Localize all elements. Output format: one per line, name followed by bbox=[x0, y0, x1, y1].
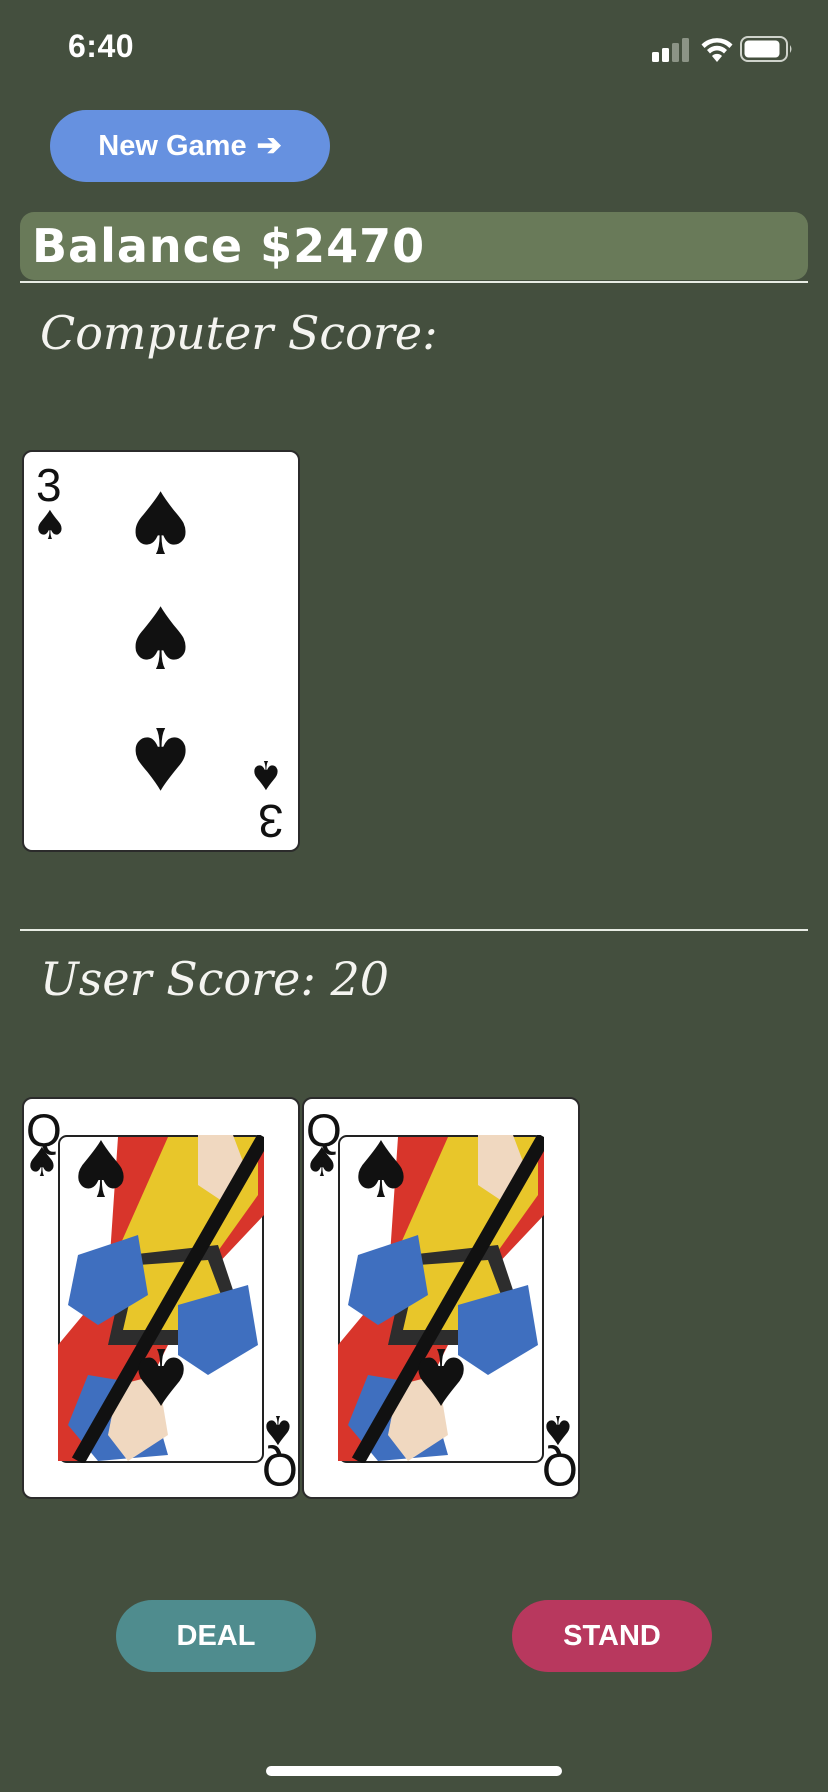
spade-icon: ♠ bbox=[540, 1406, 576, 1452]
arrow-right-icon: ➔ bbox=[256, 129, 282, 162]
queen-face-icon: ♠ ♠ bbox=[58, 1135, 264, 1463]
status-bar: 6:40 bbox=[0, 0, 828, 100]
svg-text:♠: ♠ bbox=[346, 1135, 416, 1216]
spade-icon: ♠ bbox=[260, 1406, 296, 1452]
computer-card-3-spades: 3 ♠ ♠ ♠ ♠ ♠ 3 bbox=[22, 450, 300, 852]
balance-bar: Balance $2470 bbox=[20, 212, 808, 280]
spade-icon: ♠ bbox=[122, 707, 200, 807]
divider bbox=[20, 929, 808, 931]
spade-icon: ♠ bbox=[32, 503, 68, 549]
card-rank: 3 bbox=[258, 795, 284, 847]
spade-icon: ♠ bbox=[304, 1140, 340, 1186]
home-indicator[interactable] bbox=[266, 1766, 562, 1776]
spade-icon: ♠ bbox=[122, 475, 200, 575]
queen-face-icon: ♠ ♠ bbox=[338, 1135, 544, 1463]
divider bbox=[20, 281, 808, 283]
user-card-queen-spades: Q ♠ ♠ ♠ ♠ Q bbox=[22, 1097, 300, 1499]
computer-score-label: Computer Score: bbox=[40, 306, 438, 360]
balance-text: Balance $2470 bbox=[32, 219, 426, 273]
battery-icon bbox=[740, 36, 792, 62]
card-rank: 3 bbox=[36, 459, 62, 511]
spade-icon: ♠ bbox=[24, 1140, 60, 1186]
card-rank: Q bbox=[262, 1444, 298, 1496]
svg-text:♠: ♠ bbox=[406, 1330, 476, 1420]
user-score-label: User Score: 20 bbox=[40, 952, 390, 1006]
spade-icon: ♠ bbox=[248, 751, 284, 797]
wifi-icon bbox=[701, 38, 733, 62]
svg-text:♠: ♠ bbox=[126, 1330, 196, 1420]
stand-button[interactable]: STAND bbox=[512, 1600, 712, 1672]
spade-icon: ♠ bbox=[122, 590, 200, 690]
deal-button[interactable]: DEAL bbox=[116, 1600, 316, 1672]
signal-icon bbox=[652, 38, 689, 62]
svg-text:♠: ♠ bbox=[66, 1135, 136, 1216]
new-game-label: New Game bbox=[98, 129, 247, 162]
status-time: 6:40 bbox=[68, 28, 135, 64]
user-card-queen-spades: Q ♠ ♠ ♠ ♠ Q bbox=[302, 1097, 580, 1499]
new-game-button[interactable]: New Game ➔ bbox=[50, 110, 330, 182]
card-rank: Q bbox=[542, 1444, 578, 1496]
